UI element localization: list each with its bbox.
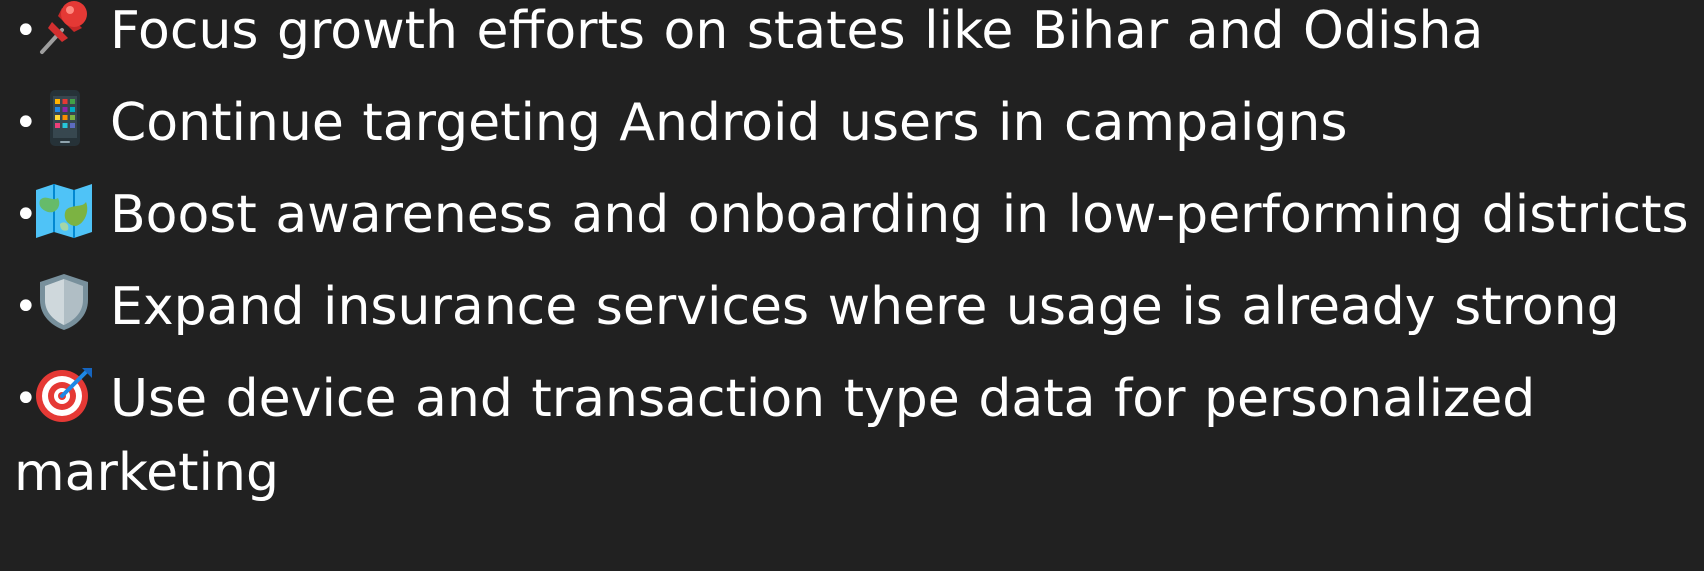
- list-item: • Use device and transaction type data f…: [14, 362, 1696, 510]
- list-item: • Expand insurance services where usage …: [14, 270, 1696, 344]
- list-item-text: Continue targeting Android users in camp…: [110, 93, 1348, 153]
- target-icon: [32, 364, 96, 424]
- recommendation-list: • Focus growth efforts on states like Bi…: [14, 0, 1696, 510]
- list-item: • Focus growth efforts on states like Bi…: [14, 0, 1696, 68]
- shield-icon: [32, 272, 96, 332]
- list-item: • Boost awareness and onboarding in low-…: [14, 178, 1696, 252]
- list-item: • Continue targeting Android users in ca…: [14, 86, 1696, 160]
- mobile-phone-icon: [32, 88, 96, 148]
- bullet-dot: •: [14, 376, 38, 422]
- bullet-dot: •: [14, 100, 38, 146]
- map-icon: [32, 180, 96, 240]
- pushpin-icon: [32, 0, 96, 56]
- bullet-dot: •: [14, 8, 38, 54]
- bullet-dot: •: [14, 284, 38, 330]
- list-item-text: Use device and transaction type data for…: [14, 369, 1536, 503]
- slide-content: • Focus growth efforts on states like Bi…: [0, 0, 1704, 565]
- list-item-text: Boost awareness and onboarding in low-pe…: [110, 185, 1689, 245]
- list-item-text: Expand insurance services where usage is…: [110, 277, 1620, 337]
- list-item-text: Focus growth efforts on states like Biha…: [110, 1, 1484, 61]
- bullet-dot: •: [14, 192, 38, 238]
